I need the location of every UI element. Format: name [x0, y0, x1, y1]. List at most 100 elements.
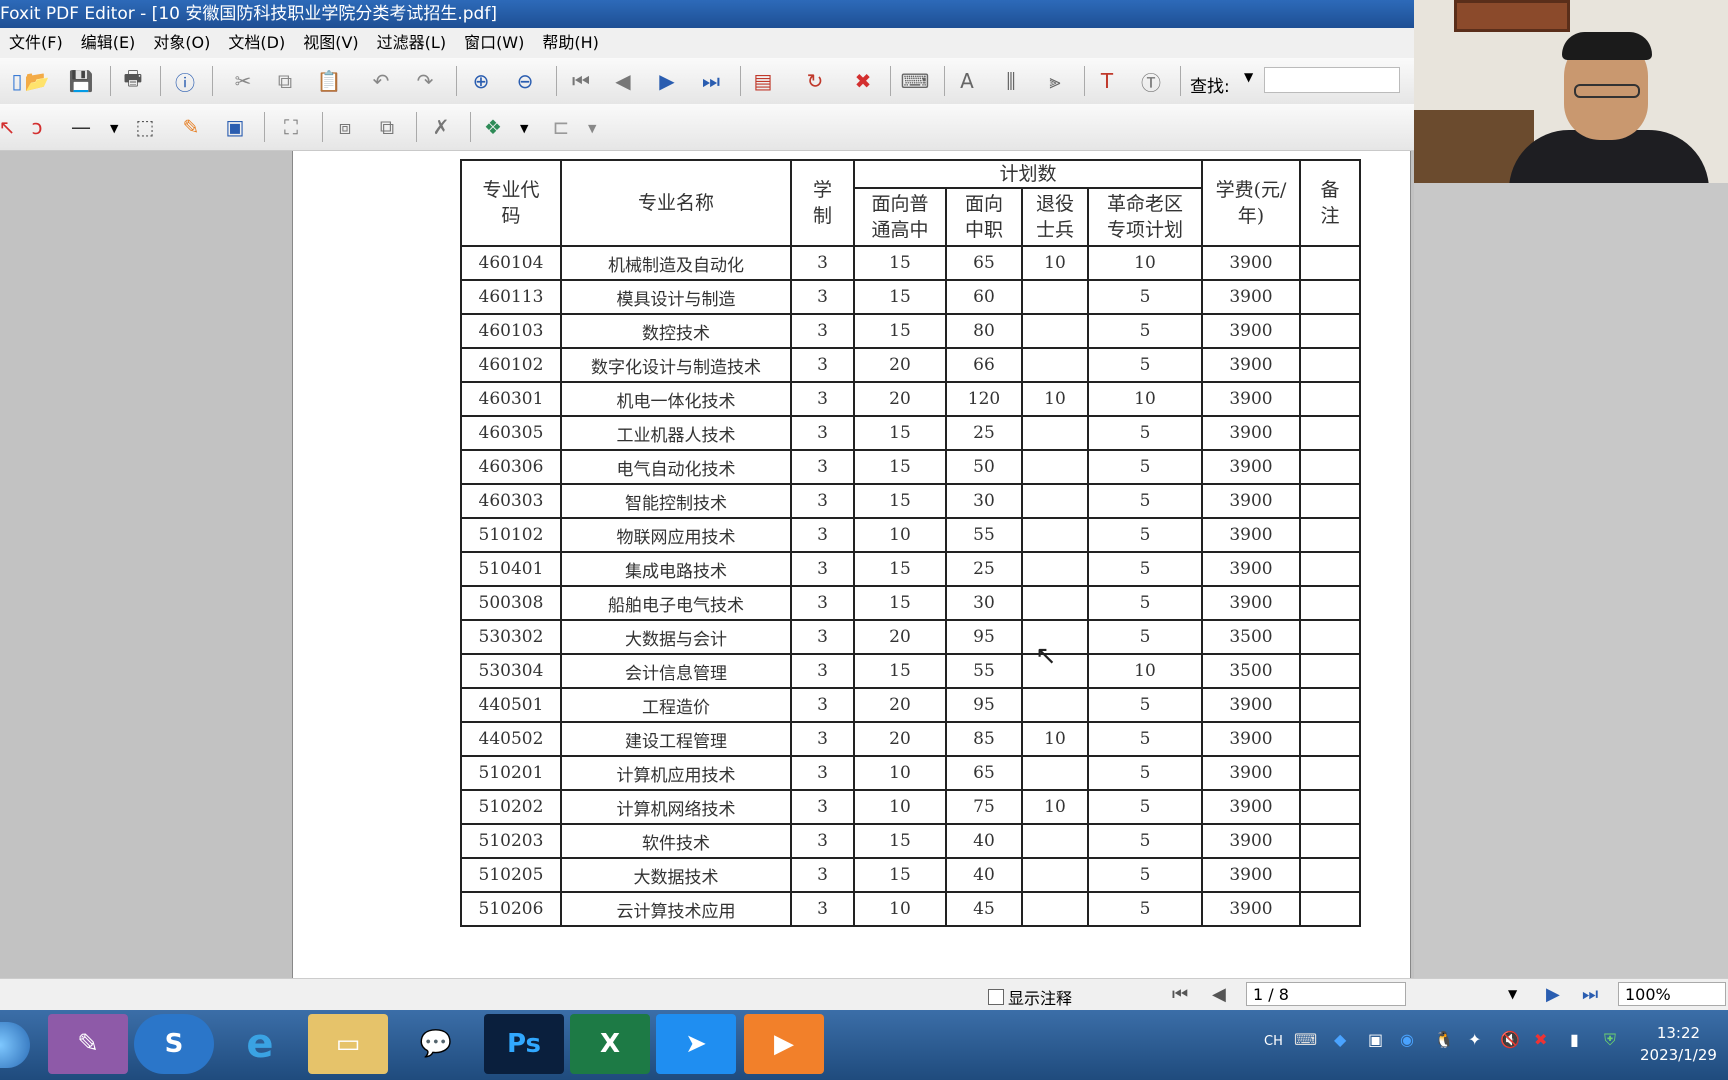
cell-name: 电气自动化技术 [560, 449, 792, 485]
image-edit-icon[interactable]: ▣ [220, 112, 250, 142]
arrange-dropdown-icon[interactable]: ▼ [588, 122, 596, 135]
page-dropdown-icon[interactable]: ▼ [1508, 987, 1517, 1001]
text-tool-icon[interactable]: A [952, 66, 982, 96]
group-icon[interactable]: ⧈ [330, 112, 360, 142]
document-view[interactable]: 专业代码 专业名称 学制 计划数 学费(元/年) 备注 面向普通高中 面向中职 … [0, 151, 1414, 978]
info-icon[interactable]: ⓘ [170, 66, 200, 96]
start-button[interactable] [0, 1022, 30, 1068]
ungroup-icon[interactable]: ⧉ [372, 112, 402, 142]
menu-view[interactable]: 视图(V) [294, 28, 367, 58]
cell-plan-voc: 45 [945, 891, 1023, 927]
taskbar-feishu-icon[interactable]: ➤ [656, 1014, 736, 1074]
save-icon[interactable]: 💾 [66, 66, 96, 96]
zoom-out-icon[interactable]: ⊖ [510, 66, 540, 96]
menu-file[interactable]: 文件(F) [0, 28, 72, 58]
security-shield-icon[interactable]: ⛨ [1604, 1030, 1616, 1050]
lasso-icon[interactable]: ↄ [22, 112, 52, 142]
taskbar-player-icon[interactable]: ▶ [744, 1014, 824, 1074]
cell-plan-vet: 10 [1021, 721, 1089, 757]
first-page-button[interactable]: ⏮ [1172, 984, 1188, 1005]
cell-plan-old: 5 [1087, 449, 1203, 485]
taskbar-photoshop-icon[interactable]: Ps [484, 1014, 564, 1074]
rotate-icon[interactable]: ↻ [800, 66, 830, 96]
last-page-button[interactable]: ⏭ [1582, 984, 1598, 1005]
cell-code: 510201 [460, 755, 562, 791]
taskbar-ie-icon[interactable]: e [220, 1014, 300, 1074]
table-row: 460306 电气自动化技术 3 15 50 5 3900 [460, 449, 1361, 485]
keyboard-icon[interactable]: ⌨ [900, 66, 930, 96]
taskbar-excel-icon[interactable]: X [570, 1014, 650, 1074]
print-icon[interactable]: 🖶 [118, 66, 148, 96]
color-icon[interactable]: ❖ [478, 112, 508, 142]
menu-window[interactable]: 窗口(W) [455, 28, 533, 58]
taskbar-sogou-icon[interactable]: S [134, 1014, 214, 1074]
open-folder-icon[interactable]: 📂 [22, 66, 52, 96]
network-error-icon[interactable]: ✖ [1534, 1030, 1547, 1049]
clock[interactable]: 13:22 2023/1/29 [1640, 1022, 1717, 1066]
next-page-button[interactable]: ▶ [1546, 984, 1560, 1005]
cut-icon[interactable]: ✂ [228, 66, 258, 96]
table-row: 510102 物联网应用技术 3 10 55 5 3900 [460, 517, 1361, 553]
align-icon[interactable]: ⫼ [996, 66, 1026, 96]
select-area-icon[interactable]: ⛶ [276, 112, 306, 142]
volume-muted-icon[interactable]: 🔇 [1500, 1030, 1520, 1049]
update-tray-icon[interactable]: ◉ [1400, 1030, 1414, 1049]
crop-icon[interactable]: ✗ [426, 112, 456, 142]
copy-icon[interactable]: ⧉ [270, 66, 300, 96]
cell-years: 3 [790, 857, 855, 893]
cell-years: 3 [790, 823, 855, 859]
delete-icon[interactable]: ✖ [848, 66, 878, 96]
header-plan: 计划数 [853, 159, 1203, 189]
cell-code: 460303 [460, 483, 562, 519]
annotations-checkbox[interactable] [988, 989, 1004, 1005]
first-page-icon[interactable]: ⏮ [566, 66, 596, 96]
cell-years: 3 [790, 245, 855, 281]
search-input[interactable] [1264, 67, 1400, 93]
line-dropdown-icon[interactable]: ▼ [110, 122, 118, 135]
table-row: 460102 数字化设计与制造技术 3 20 66 5 3900 [460, 347, 1361, 383]
typewriter-icon[interactable]: T [1092, 66, 1122, 96]
clipboard-tray-icon[interactable]: ▣ [1368, 1030, 1383, 1049]
line-tool-icon[interactable]: — [66, 112, 96, 142]
color-dropdown-icon[interactable]: ▼ [520, 122, 528, 135]
arrange-icon[interactable]: ⊏ [546, 112, 576, 142]
cell-plan-voc: 30 [945, 483, 1023, 519]
signal-icon[interactable]: ▮ [1570, 1030, 1579, 1049]
shape-icon[interactable]: ⬚ [130, 112, 160, 142]
taskbar-wechat-icon[interactable]: 💬 [396, 1014, 476, 1074]
person-hair [1562, 32, 1652, 60]
keyboard-tray-icon[interactable]: ⌨ [1294, 1030, 1317, 1049]
menu-edit[interactable]: 编辑(E) [72, 28, 145, 58]
zoom-level[interactable]: 100% [1618, 982, 1726, 1006]
qq-tray-icon[interactable]: 🐧 [1434, 1030, 1454, 1049]
undo-icon[interactable]: ↶ [366, 66, 396, 96]
paste-icon[interactable]: 📋 [314, 66, 344, 96]
prev-page-button[interactable]: ◀ [1212, 984, 1226, 1005]
tools-tray-icon[interactable]: ✦ [1468, 1030, 1481, 1049]
menu-object[interactable]: 对象(O) [144, 28, 219, 58]
cell-years: 3 [790, 517, 855, 553]
previous-page-icon[interactable]: ◀ [608, 66, 638, 96]
taskbar-explorer-icon[interactable]: ▭ [308, 1014, 388, 1074]
ime-indicator[interactable]: CH [1264, 1034, 1283, 1049]
cell-plan-vet: 10 [1021, 789, 1089, 825]
redo-icon[interactable]: ↷ [410, 66, 440, 96]
last-page-icon[interactable]: ⏭ [696, 66, 726, 96]
page-indicator[interactable]: 1 / 8 [1246, 982, 1406, 1006]
zoom-in-icon[interactable]: ⊕ [466, 66, 496, 96]
taskbar-notes-app-icon[interactable]: ✎ [48, 1014, 128, 1074]
show-annotations-toggle[interactable]: 显示注释 [988, 985, 1072, 1009]
distribute-icon[interactable]: ⫸ [1040, 66, 1070, 96]
form-icon[interactable]: ▤ [748, 66, 778, 96]
edit-object-icon[interactable]: ✎ [176, 112, 206, 142]
pointer-tool-icon[interactable]: ↖ [0, 112, 22, 142]
next-page-icon[interactable]: ▶ [652, 66, 682, 96]
menu-help[interactable]: 帮助(H) [533, 28, 608, 58]
network-drive-tray-icon[interactable]: ◆ [1334, 1030, 1346, 1049]
search-dropdown-icon[interactable]: ▼ [1244, 70, 1253, 84]
cell-note [1299, 551, 1361, 587]
menu-filter[interactable]: 过滤器(L) [368, 28, 455, 58]
stamp-icon[interactable]: Ⓣ [1136, 66, 1166, 96]
menu-document[interactable]: 文档(D) [219, 28, 294, 58]
search-label: 查找: [1190, 77, 1230, 97]
